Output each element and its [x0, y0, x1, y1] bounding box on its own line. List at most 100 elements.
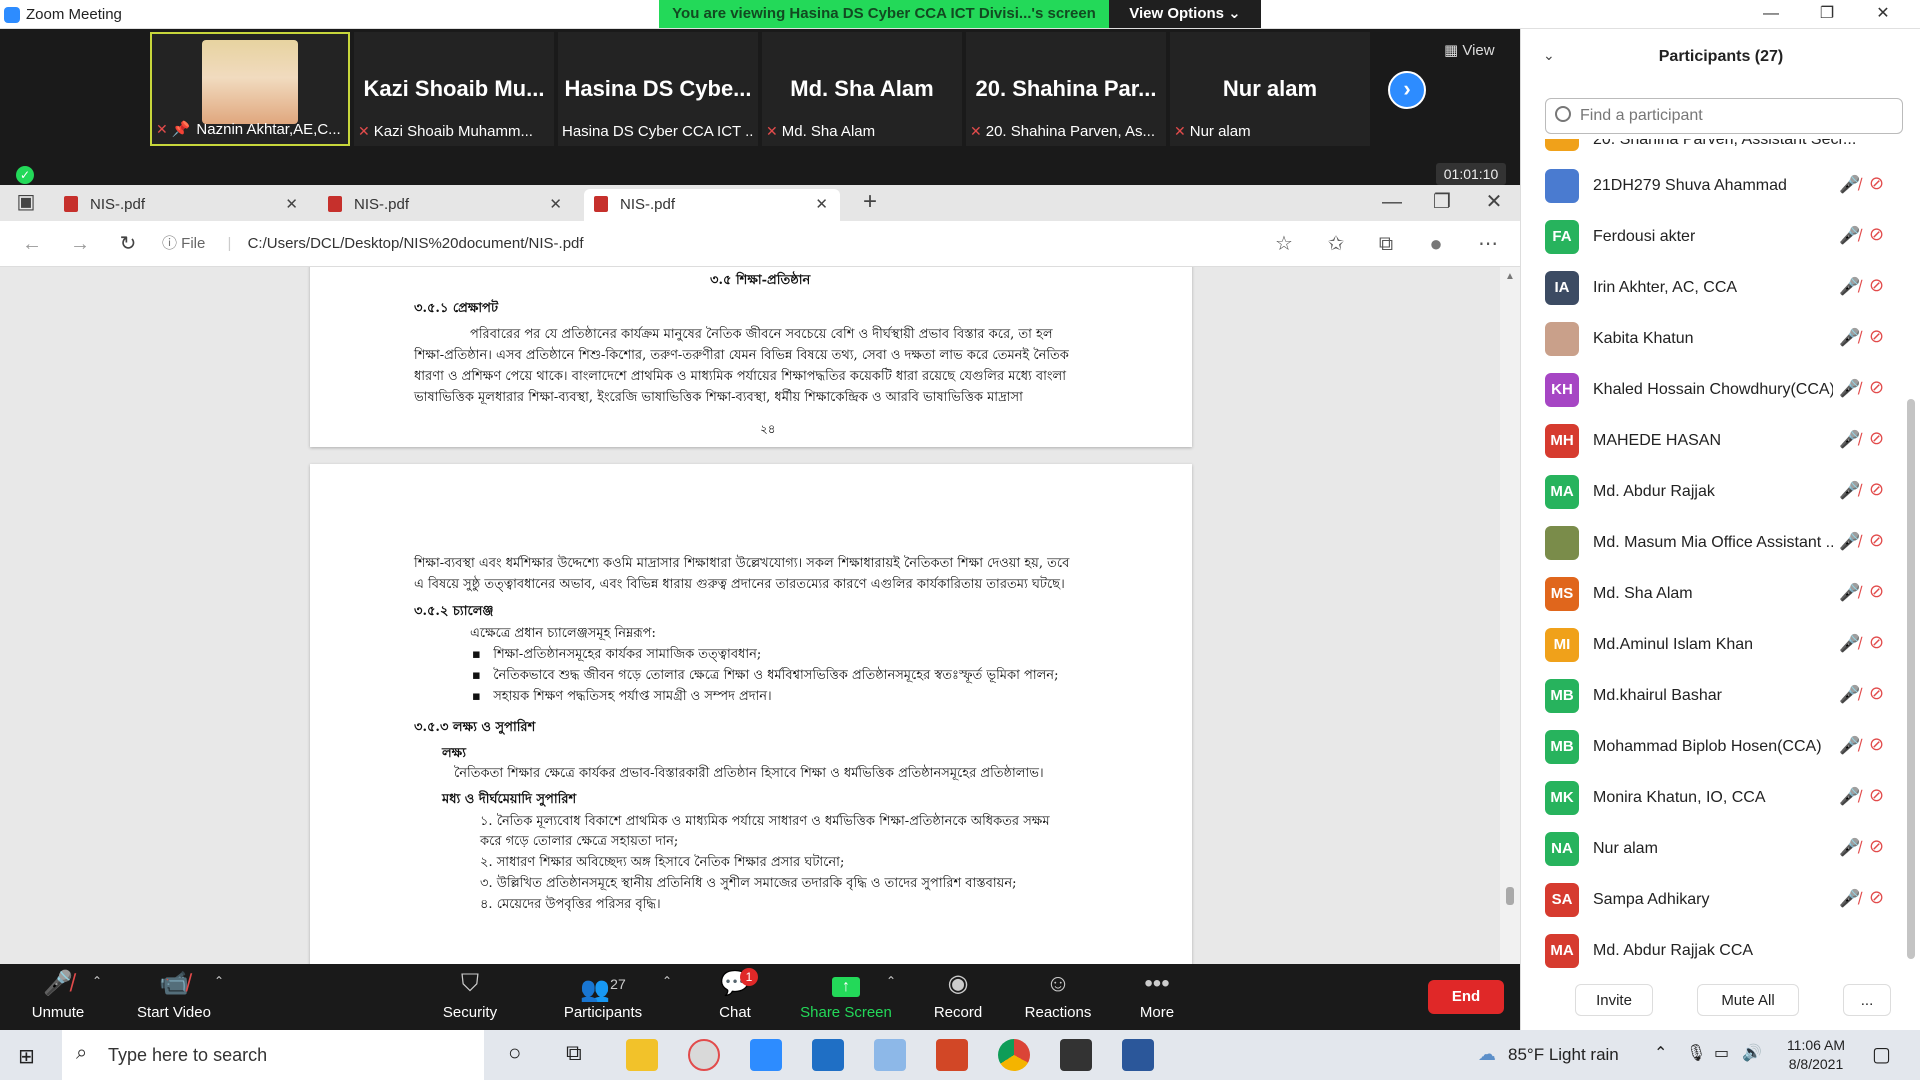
avatar: MB [1545, 679, 1579, 713]
vscode-icon[interactable] [812, 1039, 844, 1071]
volume-icon[interactable]: 🔊 [1742, 1043, 1762, 1063]
button-label: Unmute [31, 1004, 85, 1021]
participant-row[interactable]: MK Monira Khatun, IO, CCA 🎤̸ ⊘ [1521, 773, 1920, 824]
word-icon[interactable] [1122, 1039, 1154, 1071]
participant-row[interactable]: MB Mohammad Biplob Hosen(CCA) 🎤̸ ⊘ [1521, 722, 1920, 773]
tab-pdf-2[interactable]: NIS-.pdf ✕ [318, 189, 574, 221]
add-favorite-icon[interactable]: ☆ [1272, 233, 1296, 257]
video-tile[interactable]: 20. Shahina Par... ✕ 20. Shahina Parven, … [966, 32, 1166, 146]
reactions-button[interactable]: ☺ Reactions [1018, 964, 1098, 1030]
invite-button[interactable]: Invite [1575, 984, 1653, 1016]
refresh-icon[interactable]: ↻ [116, 233, 140, 257]
pdf-scrollbar[interactable]: ▲ [1500, 267, 1520, 964]
battery-icon[interactable]: ▭ [1714, 1043, 1729, 1063]
profile-icon[interactable]: ● [1424, 233, 1448, 257]
windows-start-icon[interactable]: ⊞ [18, 1044, 35, 1069]
close-tab-icon[interactable]: ✕ [815, 189, 828, 221]
encryption-shield-icon[interactable]: ✓ [16, 166, 34, 184]
restore-icon[interactable]: ❐ [1799, 0, 1855, 29]
close-icon[interactable]: ✕ [1482, 191, 1506, 215]
snipping-tool-icon[interactable] [688, 1039, 720, 1071]
close-tab-icon[interactable]: ✕ [549, 189, 562, 221]
more-menu-icon[interactable]: ⋯ [1476, 233, 1500, 257]
collections-icon[interactable]: ⧉ [1374, 233, 1398, 257]
participant-row[interactable]: MS Md. Sha Alam 🎤̸ ⊘ [1521, 569, 1920, 620]
participant-row[interactable]: Md. Masum Mia Office Assistant ... 🎤̸ ⊘ [1521, 518, 1920, 569]
security-button[interactable]: ⛉ Security [432, 964, 508, 1030]
terminal-icon[interactable] [1060, 1039, 1092, 1071]
window-title-bar: Zoom Meeting You are viewing Hasina DS C… [0, 0, 1920, 29]
view-options-button[interactable]: View Options ⌄ [1109, 0, 1261, 28]
avatar: MA [1545, 475, 1579, 509]
file-explorer-icon[interactable] [626, 1039, 658, 1071]
avatar [1545, 322, 1579, 356]
record-button[interactable]: ◉ Record [928, 964, 988, 1030]
chrome-icon[interactable] [998, 1039, 1030, 1071]
more-button[interactable]: ••• More [1128, 964, 1186, 1030]
panel-scrollbar[interactable] [1907, 399, 1915, 959]
participant-row[interactable]: SA Sampa Adhikary 🎤̸ ⊘ [1521, 875, 1920, 926]
participant-row[interactable]: KH Khaled Hossain Chowdhury(CCA) 🎤̸ ⊘ [1521, 365, 1920, 416]
participant-row[interactable]: Kabita Khatun 🎤̸ ⊘ [1521, 314, 1920, 365]
tile-big-name: 20. Shahina Par... [975, 76, 1157, 101]
mute-all-button[interactable]: Mute All [1697, 984, 1799, 1016]
more-options-button[interactable]: ... [1843, 984, 1891, 1016]
favorites-icon[interactable]: ✩ [1324, 233, 1348, 257]
share-screen-button[interactable]: ↑ Share Screen [798, 964, 894, 1030]
pdf-viewer[interactable]: ৩.৫ শিক্ষা-প্রতিষ্ঠান ৩.৫.১ প্রেক্ষাপট প… [0, 267, 1520, 964]
chevron-up-icon[interactable]: ⌃ [1654, 1043, 1667, 1063]
participant-row[interactable]: MB Md.khairul Bashar 🎤̸ ⊘ [1521, 671, 1920, 722]
control-panel-icon[interactable] [874, 1039, 906, 1071]
participant-row[interactable]: 21DH279 Shuva Ahammad 🎤̸ ⊘ [1521, 161, 1920, 212]
video-tile[interactable]: Hasina DS Cybe... Hasina DS Cyber CCA IC… [558, 32, 758, 146]
video-tile[interactable]: Md. Sha Alam ✕ Md. Sha Alam [762, 32, 962, 146]
participant-row[interactable]: MI Md.Aminul Islam Khan 🎤̸ ⊘ [1521, 620, 1920, 671]
participant-row[interactable]: MA Md. Abdur Rajjak 🎤̸ ⊘ [1521, 467, 1920, 518]
participant-row[interactable]: FA Ferdousi akter 🎤̸ ⊘ [1521, 212, 1920, 263]
next-page-arrow-icon[interactable]: › [1388, 71, 1426, 109]
chevron-up-icon[interactable]: ⌃ [92, 974, 102, 988]
scroll-up-icon[interactable]: ▲ [1505, 271, 1515, 282]
task-view-icon[interactable]: ⧉ [566, 1040, 582, 1066]
paragraph-line: ভাষাভিত্তিক মূলধারার শিক্ষা-ব্যবস্থা, ইং… [414, 390, 1023, 405]
minimize-icon[interactable]: — [1380, 191, 1404, 215]
start-video-button[interactable]: 📹̸ Start Video [128, 964, 220, 1030]
tab-actions-icon[interactable]: ▣ [14, 191, 38, 215]
close-icon[interactable]: ✕ [1855, 0, 1911, 29]
video-tile[interactable]: Nur alam ✕ Nur alam [1170, 32, 1370, 146]
restore-icon[interactable]: ❐ [1430, 191, 1454, 215]
new-tab-icon[interactable]: + [858, 190, 882, 215]
forward-icon[interactable]: → [68, 233, 92, 257]
participants-button[interactable]: 👥27 Participants [556, 964, 650, 1030]
unmute-button[interactable]: 🎤̸ Unmute [20, 964, 96, 1030]
participant-row[interactable]: MH MAHEDE HASAN 🎤̸ ⊘ [1521, 416, 1920, 467]
list-item: করে গড়ে তোলার ক্ষেত্রে সহায়তা দান; [480, 834, 679, 849]
back-icon[interactable]: ← [20, 233, 44, 257]
tab-pdf-3[interactable]: NIS-.pdf ✕ [584, 189, 840, 221]
chevron-up-icon[interactable]: ⌃ [662, 974, 672, 988]
url-field[interactable]: ⓘ File | C:/Users/DCL/Desktop/NIS%20docu… [162, 228, 1262, 260]
partial-participant-row[interactable]: 20. Shahina Parven, Assistant Secr... [1521, 139, 1920, 151]
participant-row[interactable]: IA Irin Akhter, AC, CCA 🎤̸ ⊘ [1521, 263, 1920, 314]
notifications-icon[interactable]: ▢ [1872, 1042, 1891, 1067]
cortana-icon[interactable]: ○ [508, 1040, 521, 1066]
scroll-thumb[interactable] [1506, 887, 1514, 905]
zoom-app-icon[interactable] [750, 1039, 782, 1071]
minimize-icon[interactable]: — [1743, 0, 1799, 29]
tab-pdf-1[interactable]: NIS-.pdf ✕ [54, 189, 310, 221]
video-tile[interactable]: Kazi Shoaib Mu... ✕ Kazi Shoaib Muhamm... [354, 32, 554, 146]
system-clock[interactable]: 11:06 AM 8/8/2021 [1770, 1036, 1862, 1074]
pdf-reader-icon[interactable] [936, 1039, 968, 1071]
participant-row[interactable]: NA Nur alam 🎤̸ ⊘ [1521, 824, 1920, 875]
weather-text[interactable]: 85°F Light rain [1508, 1045, 1619, 1065]
participant-search-input[interactable]: Find a participant [1545, 98, 1903, 134]
chevron-up-icon[interactable]: ⌃ [886, 974, 896, 988]
video-tile[interactable]: ✕ 📌 Naznin Akhtar,AE,C... [150, 32, 350, 146]
taskbar-search-input[interactable]: Type here to search [62, 1030, 484, 1080]
microphone-icon[interactable]: 🎙 [1686, 1043, 1706, 1063]
view-button[interactable]: ▦ View [1444, 41, 1495, 59]
close-tab-icon[interactable]: ✕ [285, 189, 298, 221]
end-meeting-button[interactable]: End [1428, 980, 1504, 1014]
chevron-up-icon[interactable]: ⌃ [214, 974, 224, 988]
participant-row[interactable]: MA Md. Abdur Rajjak CCA [1521, 926, 1920, 977]
